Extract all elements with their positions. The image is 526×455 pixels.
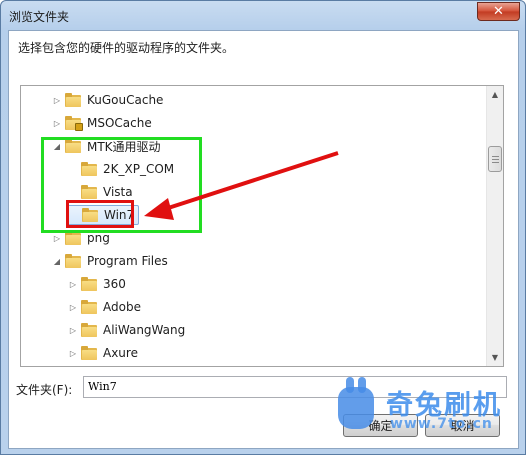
folder-icon [65,231,81,245]
folder-field-label: 文件夹(F): [16,383,73,397]
grip-line [492,162,499,163]
title-bar[interactable]: 浏览文件夹 ✕ [1,1,525,29]
tree-item-label: Axure [103,346,138,360]
tree-item-label: png [87,231,110,245]
tree-item-label: MSOCache [87,116,152,130]
tree-item[interactable]: ▷ KuGouCache [51,90,163,110]
tree-item[interactable]: ▷ Adobe [67,297,141,317]
grip-line [492,159,499,160]
vertical-scrollbar[interactable]: ▲ ▼ [486,86,503,366]
tree-item[interactable]: ▷ MSOCache [51,113,152,133]
collapsed-arrow-icon[interactable]: ▷ [67,278,79,290]
scroll-up-arrow-icon[interactable]: ▲ [487,86,503,103]
folder-icon [65,254,81,268]
scroll-thumb[interactable] [488,146,502,172]
collapsed-arrow-icon[interactable]: ▷ [67,347,79,359]
folder-icon [81,277,97,291]
locked-folder-icon [65,116,83,131]
folder-icon [81,323,97,337]
tree-item[interactable]: ▷ AliWangWang [67,320,185,340]
folder-path-input[interactable]: Win7 [83,376,507,398]
tree-item[interactable]: ◢ Program Files [51,251,168,271]
close-icon: ✕ [493,4,504,19]
highlight-red-box [66,200,134,228]
close-button[interactable]: ✕ [477,2,520,21]
tree-item-label: Program Files [87,254,168,268]
tree-item-label: AliWangWang [103,323,186,337]
folder-icon [65,93,81,107]
arrow-head [144,198,174,220]
cancel-button[interactable]: 取消 [425,414,500,437]
window-title: 浏览文件夹 [9,10,70,24]
scroll-down-arrow-icon[interactable]: ▼ [487,349,503,366]
collapsed-arrow-icon[interactable]: ▷ [51,232,63,244]
expanded-arrow-icon[interactable]: ◢ [51,255,63,267]
tree-item[interactable]: ▷ Axure [67,343,138,363]
folder-icon [81,346,97,360]
collapsed-arrow-icon[interactable]: ▷ [51,94,63,106]
red-arrow-annotation [144,151,339,220]
tree-item-label: KuGouCache [87,93,164,107]
tree-item-label: Adobe [103,300,141,314]
collapsed-arrow-icon[interactable]: ▷ [67,324,79,336]
tree-item[interactable]: ▷ 360 [67,274,126,294]
instruction-text: 选择包含您的硬件的驱动程序的文件夹。 [18,41,235,55]
arrow-shaft [161,151,339,212]
grip-line [492,156,499,157]
collapsed-arrow-icon[interactable]: ▷ [67,301,79,313]
ok-button[interactable]: 确定 [343,414,418,437]
folder-icon [81,300,97,314]
tree-item-label: 360 [103,277,126,291]
collapsed-arrow-icon[interactable]: ▷ [51,117,63,129]
